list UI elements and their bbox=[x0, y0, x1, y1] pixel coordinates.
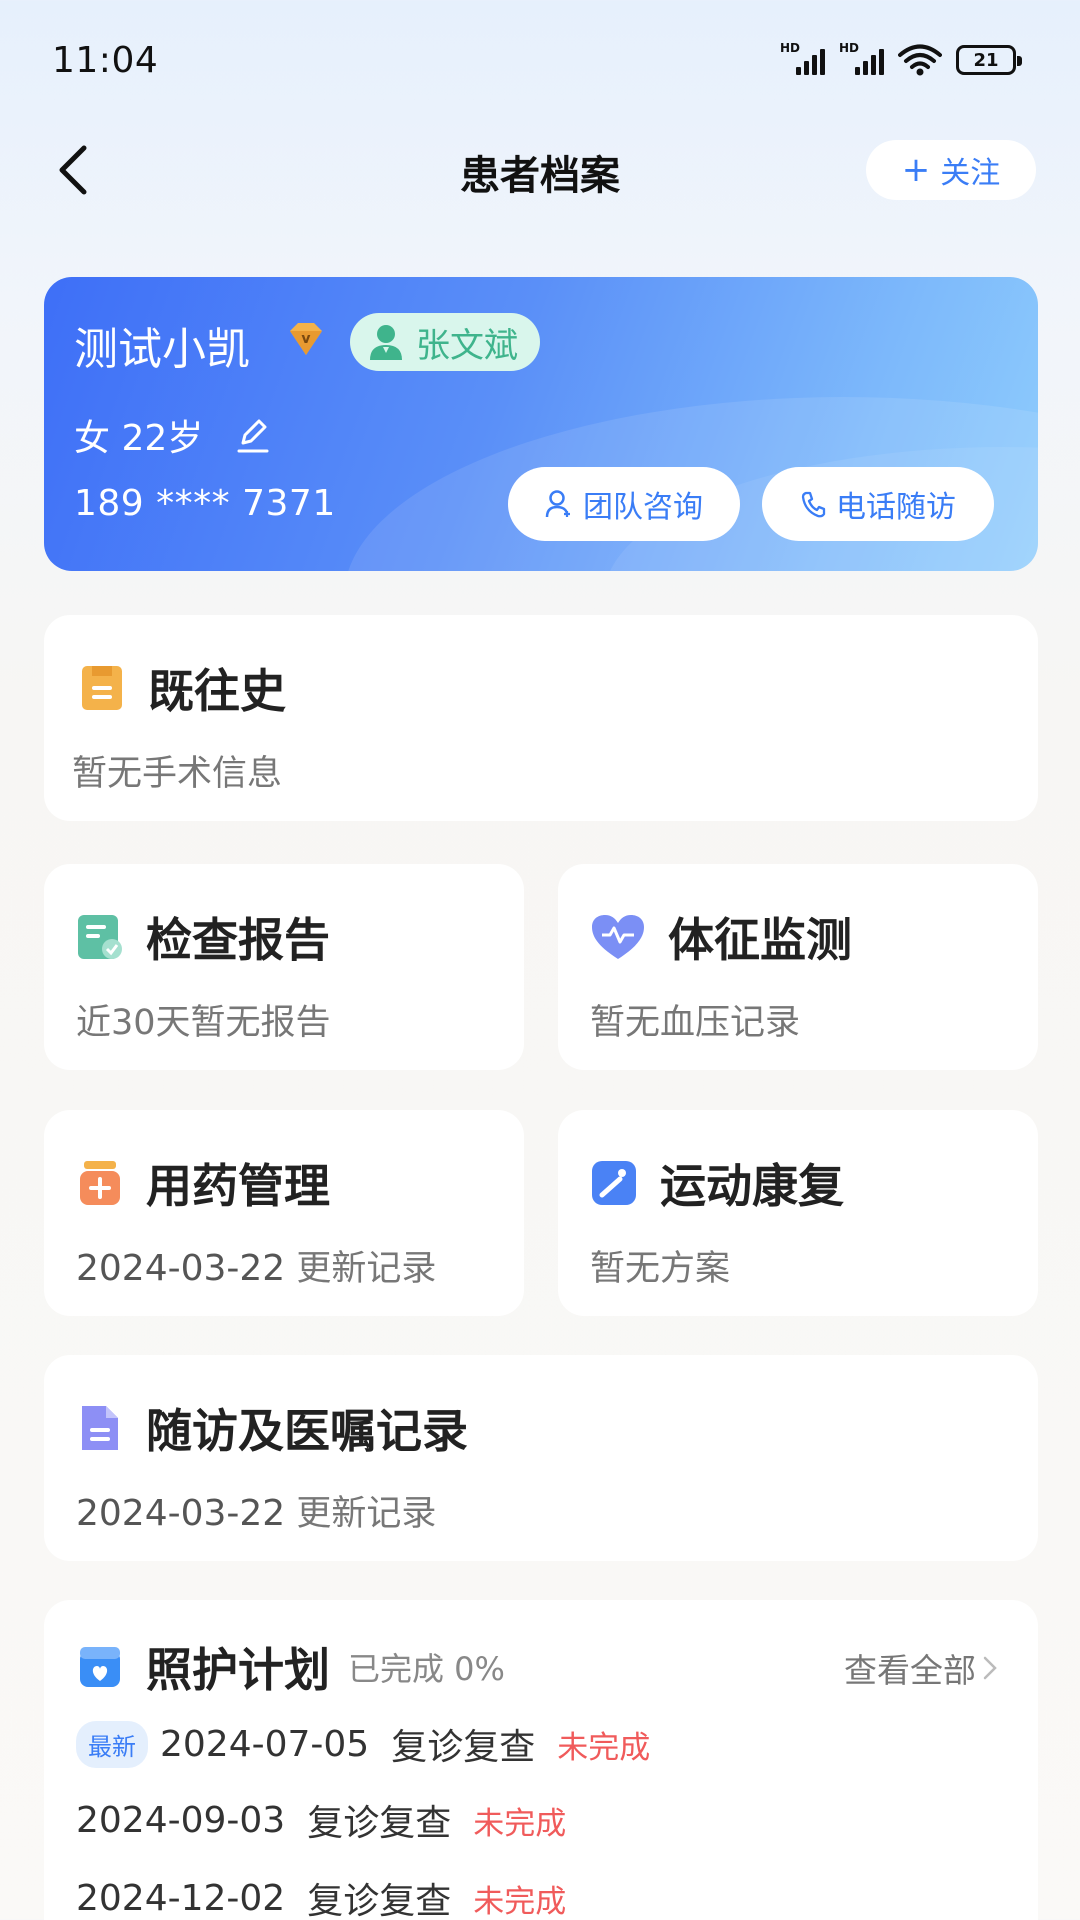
care-plan-item-date: 2024-09-03 bbox=[76, 1799, 286, 1841]
care-plan-item-status: 未完成 bbox=[557, 1729, 651, 1766]
wifi-icon bbox=[898, 44, 942, 76]
medication-suffix: 更新记录 bbox=[296, 1249, 437, 1289]
care-plan-item-date: 2024-12-02 bbox=[76, 1877, 286, 1919]
exam-report-title-row: 检查报告 bbox=[76, 904, 330, 970]
svg-text:v: v bbox=[301, 331, 310, 347]
gender-age: 女 22岁 bbox=[74, 418, 204, 459]
rehab-icon bbox=[592, 1161, 636, 1205]
care-plan-item[interactable]: 最新 2024-07-05 复诊复查 未完成 bbox=[76, 1718, 650, 1770]
care-plan-header: 照护计划 已完成 0% bbox=[76, 1634, 505, 1700]
patient-phone: 189 **** 7371 bbox=[74, 483, 336, 524]
phone-followup-label: 电话随访 bbox=[836, 490, 956, 525]
signal-icon: HD bbox=[780, 41, 825, 75]
vitals-title: 体征监测 bbox=[668, 913, 852, 967]
document-icon bbox=[82, 1406, 118, 1450]
care-plan-item-type: 复诊复查 bbox=[391, 1727, 536, 1768]
vip-badge-icon: v bbox=[290, 323, 322, 355]
care-plan-icon bbox=[80, 1647, 120, 1687]
medicine-bottle-icon bbox=[80, 1161, 120, 1205]
chevron-right-icon bbox=[983, 1656, 997, 1680]
followup-suffix: 更新记录 bbox=[296, 1494, 437, 1534]
vitals-subtitle: 暂无血压记录 bbox=[590, 1003, 801, 1043]
history-document-icon bbox=[82, 666, 122, 710]
follow-label: 关注 bbox=[940, 156, 1001, 191]
followup-title-row: 随访及医嘱记录 bbox=[76, 1395, 468, 1461]
care-plan-item-status: 未完成 bbox=[473, 1883, 567, 1920]
care-plan-title: 照护计划 bbox=[146, 1643, 330, 1697]
followup-date: 2024-03-22 bbox=[76, 1493, 286, 1534]
report-icon bbox=[78, 915, 122, 959]
vitals-monitor-card[interactable]: 体征监测 暂无血压记录 bbox=[558, 864, 1038, 1070]
edit-icon[interactable] bbox=[233, 415, 273, 455]
status-icons: HD HD 21 bbox=[780, 41, 1022, 76]
signal-hd-label: HD bbox=[780, 41, 801, 55]
medication-title-row: 用药管理 bbox=[76, 1150, 330, 1216]
care-plan-item-date: 2024-07-05 bbox=[160, 1723, 370, 1765]
care-plan-item[interactable]: 2024-09-03 复诊复查 未完成 bbox=[76, 1794, 566, 1846]
medication-title: 用药管理 bbox=[146, 1159, 330, 1213]
team-consult-button[interactable]: 团队咨询 bbox=[508, 467, 740, 541]
care-plan-card: 照护计划 已完成 0% 查看全部 最新 2024-07-05 复诊复查 未完成 … bbox=[44, 1600, 1038, 1920]
sport-rehab-title: 运动康复 bbox=[660, 1159, 844, 1213]
status-time: 11:04 bbox=[52, 40, 159, 81]
battery-level: 21 bbox=[973, 49, 999, 71]
followup-title: 随访及医嘱记录 bbox=[146, 1404, 468, 1458]
signal-hd-label: HD bbox=[839, 41, 860, 55]
battery-icon: 21 bbox=[956, 45, 1022, 75]
patient-name: 测试小凯 bbox=[74, 324, 250, 375]
sport-rehab-title-row: 运动康复 bbox=[590, 1150, 844, 1216]
exam-report-card[interactable]: 检查报告 近30天暂无报告 bbox=[44, 864, 524, 1070]
medication-subtitle: 2024-03-22 更新记录 bbox=[76, 1240, 436, 1291]
doctor-icon bbox=[370, 325, 402, 360]
patient-profile-card: 测试小凯 v 张文斌 女 22岁 189 **** 7371 团队咨询 电话随访 bbox=[44, 277, 1038, 571]
heart-pulse-icon bbox=[592, 915, 644, 959]
medication-card[interactable]: 用药管理 2024-03-22 更新记录 bbox=[44, 1110, 524, 1316]
doctor-name: 张文斌 bbox=[416, 325, 518, 366]
gender-age-row: 女 22岁 bbox=[74, 409, 273, 461]
care-plan-progress: 已完成 0% bbox=[348, 1650, 505, 1688]
view-all-label: 查看全部 bbox=[844, 1651, 976, 1690]
care-plan-item-type: 复诊复查 bbox=[307, 1803, 452, 1844]
plus-icon: + bbox=[901, 150, 931, 190]
sport-rehab-subtitle: 暂无方案 bbox=[590, 1249, 731, 1289]
care-plan-item-type: 复诊复查 bbox=[307, 1881, 452, 1920]
team-consult-label: 团队咨询 bbox=[583, 490, 703, 525]
vitals-title-row: 体征监测 bbox=[590, 904, 852, 970]
status-bar: 11:04 HD HD 21 bbox=[0, 0, 1080, 120]
medication-date: 2024-03-22 bbox=[76, 1248, 286, 1289]
medical-history-subtitle: 暂无手术信息 bbox=[72, 754, 283, 794]
medical-history-card[interactable]: 既往史 暂无手术信息 bbox=[44, 615, 1038, 821]
sport-rehab-card[interactable]: 运动康复 暂无方案 bbox=[558, 1110, 1038, 1316]
exam-report-title: 检查报告 bbox=[146, 913, 330, 967]
phone-icon bbox=[801, 491, 826, 518]
care-plan-item[interactable]: 2024-12-02 复诊复查 未完成 bbox=[76, 1872, 566, 1920]
medical-history-title: 既往史 bbox=[148, 664, 286, 718]
followup-records-card[interactable]: 随访及医嘱记录 2024-03-22 更新记录 bbox=[44, 1355, 1038, 1561]
signal-icon: HD bbox=[839, 41, 884, 75]
follow-button[interactable]: + 关注 bbox=[866, 140, 1036, 200]
user-icon bbox=[545, 490, 570, 518]
followup-subtitle: 2024-03-22 更新记录 bbox=[76, 1485, 436, 1536]
phone-followup-button[interactable]: 电话随访 bbox=[762, 467, 994, 541]
exam-report-subtitle: 近30天暂无报告 bbox=[76, 1003, 331, 1043]
new-badge: 最新 bbox=[76, 1720, 148, 1768]
doctor-tag[interactable]: 张文斌 bbox=[350, 313, 540, 371]
view-all-link[interactable]: 查看全部 bbox=[844, 1644, 998, 1692]
care-plan-item-status: 未完成 bbox=[473, 1805, 567, 1842]
medical-history-title-row: 既往史 bbox=[78, 655, 286, 721]
